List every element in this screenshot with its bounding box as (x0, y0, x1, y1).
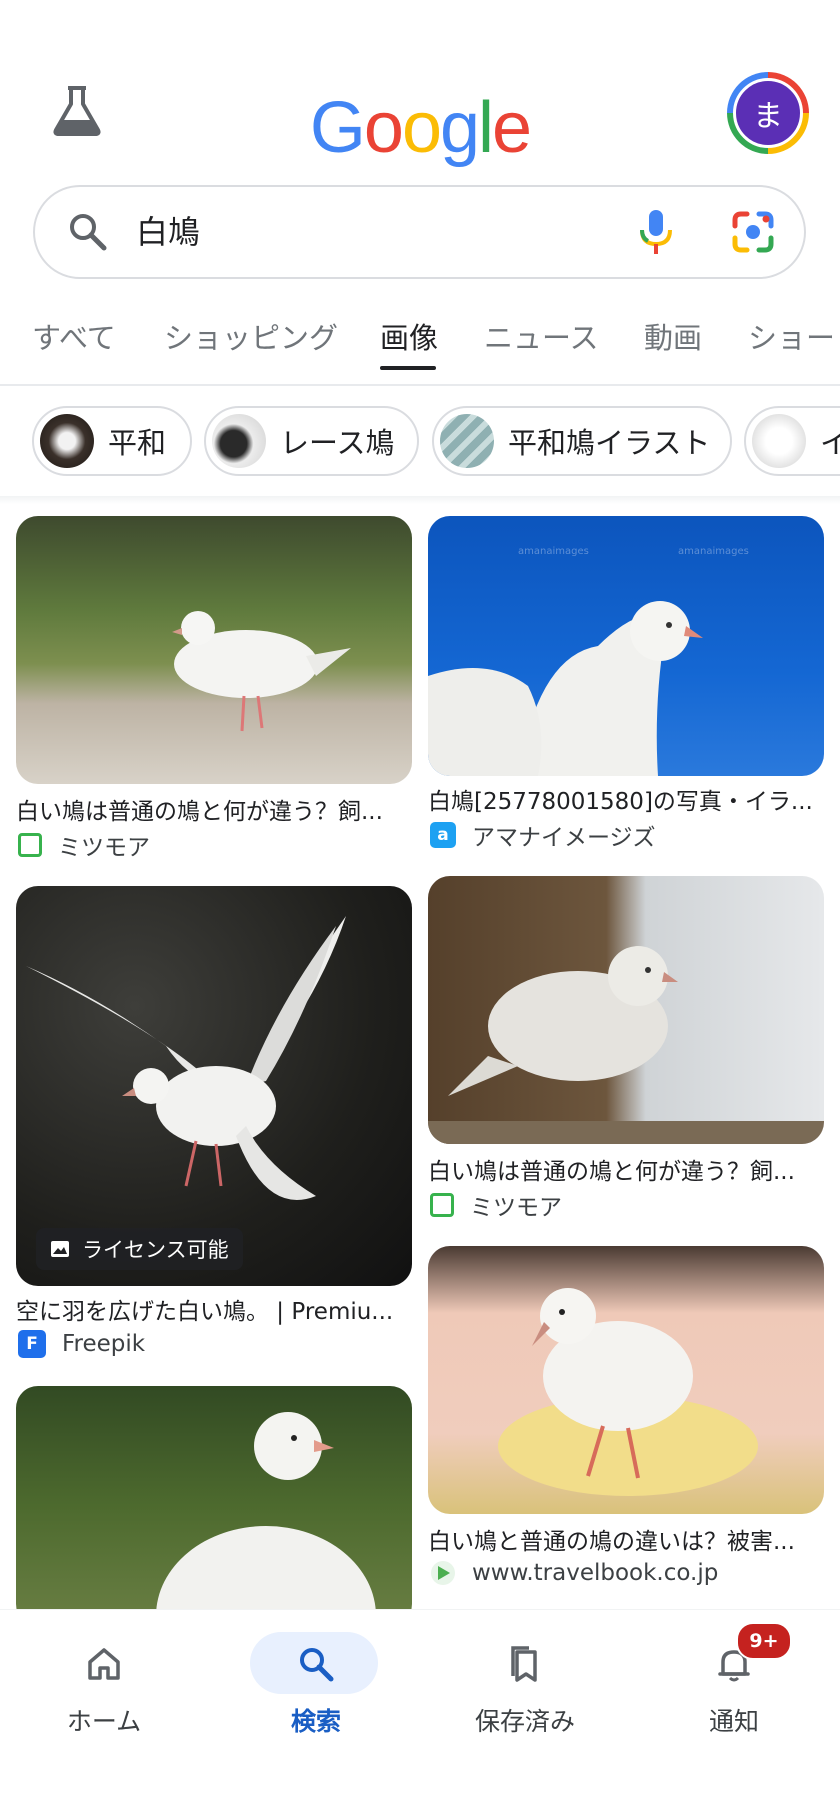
related-chips: 平和 レース鳩 平和鳩イラスト イ (0, 406, 840, 480)
watermark: amanaimages (518, 546, 589, 557)
perched-dove-image (428, 946, 824, 1144)
bottom-navigation: ホーム 検索 保存済み 通知 (0, 1610, 840, 1820)
nav-saved[interactable]: 保存済み (455, 1624, 595, 1738)
chip-label: 平和 (108, 426, 167, 460)
result-image[interactable] (16, 1386, 412, 1626)
chip-thumbnail (752, 414, 806, 468)
google-lens-icon[interactable] (729, 208, 777, 256)
nav-search[interactable]: 検索 (246, 1624, 386, 1738)
result-image[interactable] (16, 516, 412, 784)
tab-all[interactable]: すべて (32, 316, 116, 360)
chip-race-pigeon[interactable]: レース鳩 (204, 406, 419, 476)
chip-more[interactable]: イ (744, 406, 840, 476)
account-avatar[interactable]: ま (727, 72, 809, 154)
search-input[interactable]: 白鳩 (136, 208, 200, 256)
tab-images[interactable]: 画像 (380, 316, 438, 360)
source-name: アマナイメージズ (472, 825, 656, 851)
result-title[interactable]: 白い鳩は普通の鳩と何が違う？飼... (428, 1152, 828, 1186)
tabs-divider (0, 384, 840, 386)
travelbook-icon (431, 1561, 455, 1585)
license-text: ライセンス可能 (82, 1238, 229, 1262)
nav-label: 通知 (708, 1707, 759, 1736)
source-name: ミツモア (470, 1195, 562, 1221)
mitsumore-icon (430, 1193, 454, 1217)
chip-heiwa[interactable]: 平和 (32, 406, 192, 476)
white-dove-image (156, 1412, 376, 1626)
tab-news[interactable]: ニュース (484, 316, 599, 360)
held-dove-image (498, 1288, 758, 1496)
result-title[interactable]: 白い鳩と普通の鳩の違いは？被害... (428, 1522, 828, 1556)
search-tabs: すべて ショッピング 画像 ニュース 動画 ショー (0, 316, 840, 386)
chip-label: レース鳩 (280, 426, 395, 460)
chip-thumbnail (40, 414, 94, 468)
result-source[interactable]: ミツモア (430, 1188, 562, 1222)
amana-icon: a (430, 822, 456, 848)
nav-label: 保存済み (474, 1707, 575, 1736)
result-image[interactable] (428, 1246, 824, 1514)
results-shadow (0, 496, 840, 504)
chip-label: イ (820, 426, 840, 460)
chip-thumbnail (440, 414, 494, 468)
chip-thumbnail (212, 414, 266, 468)
home-icon (88, 1648, 120, 1680)
google-logo: Google (309, 88, 532, 168)
voice-search-icon[interactable] (636, 208, 676, 258)
tab-shorts[interactable]: ショー (748, 316, 835, 360)
nav-label: ホーム (66, 1707, 142, 1736)
result-source[interactable]: www.travelbook.co.jp (430, 1560, 718, 1586)
chip-label: 平和鳩イラスト (508, 426, 711, 460)
search-icon (70, 214, 107, 251)
nav-home[interactable]: ホーム (34, 1624, 174, 1738)
result-title[interactable]: 白い鳩は普通の鳩と何が違う？飼... (16, 792, 416, 826)
active-tab-indicator (380, 366, 436, 370)
result-title[interactable]: 空に羽を広げた白い鳩。 | Premiu... (16, 1292, 416, 1326)
source-name: Freepik (62, 1331, 146, 1357)
result-source[interactable]: ミツモア (18, 828, 150, 862)
result-title[interactable]: 白鳩[25778001580]の写真・イラ... (428, 782, 828, 816)
result-image[interactable] (428, 876, 824, 1144)
nav-label: 検索 (290, 1707, 341, 1736)
image-icon (51, 1241, 69, 1257)
result-image[interactable]: amanaimages amanaimages (428, 516, 824, 776)
result-image[interactable]: ライセンス可能 (16, 886, 412, 1286)
flying-dove-image (26, 916, 346, 1200)
search-icon (300, 1648, 334, 1682)
result-source[interactable]: a アマナイメージズ (430, 818, 656, 852)
white-dove-image: amanaimages amanaimages (428, 546, 749, 776)
tab-videos[interactable]: 動画 (644, 316, 702, 360)
white-dove-image (172, 611, 351, 732)
license-badge: ライセンス可能 (36, 1228, 243, 1270)
watermark: amanaimages (678, 546, 749, 557)
result-source[interactable]: F Freepik (18, 1330, 145, 1358)
freepik-icon: F (18, 1330, 46, 1358)
tab-shopping[interactable]: ショッピング (164, 316, 338, 360)
chip-peace-dove-illust[interactable]: 平和鳩イラスト (432, 406, 732, 476)
source-name: ミツモア (58, 835, 150, 861)
mitsumore-icon (18, 833, 42, 857)
avatar-initial: ま (733, 78, 803, 148)
bookmark-icon (511, 1646, 537, 1682)
source-name: www.travelbook.co.jp (472, 1560, 719, 1586)
notification-badge: 9+ (736, 1622, 792, 1660)
